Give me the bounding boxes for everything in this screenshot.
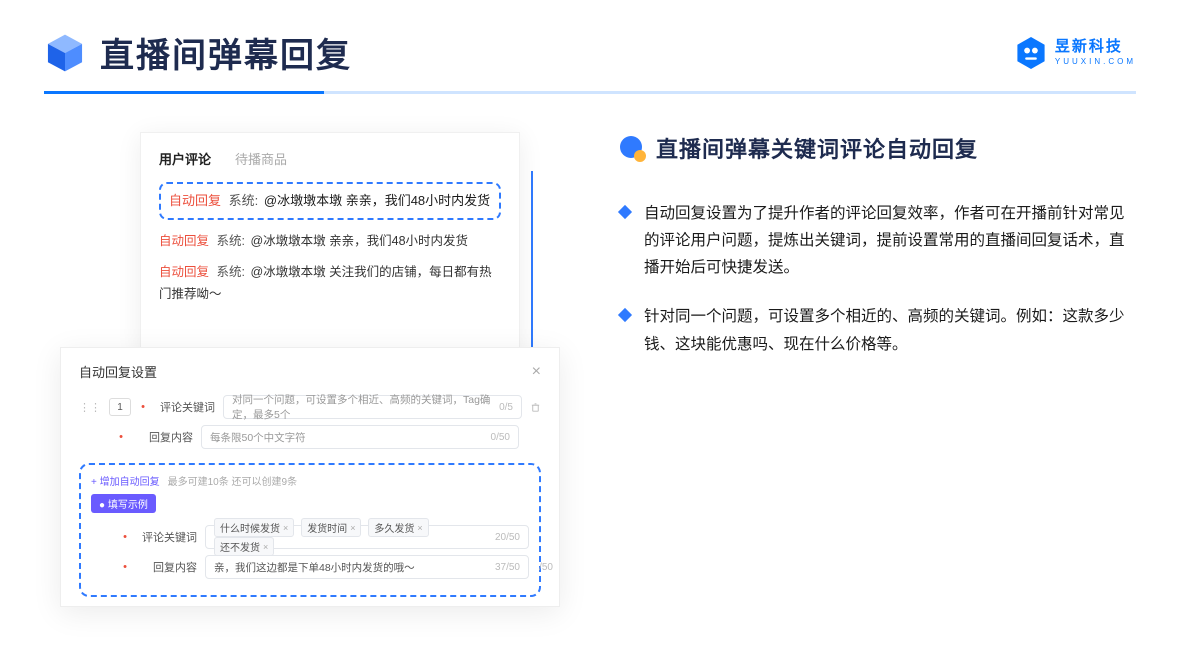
required-mark: • xyxy=(121,561,129,573)
title-wrap: 直播间弹幕回复 xyxy=(44,28,352,77)
cube-icon xyxy=(44,32,86,74)
diamond-icon xyxy=(618,205,632,219)
auto-reply-label: 自动回复 xyxy=(159,265,209,279)
auto-reply-label: 自动回复 xyxy=(169,193,221,208)
comment-text: @冰墩墩本墩 亲亲，我们48小时内发货 xyxy=(250,234,468,248)
brand-logo-icon xyxy=(1015,36,1047,70)
required-mark: • xyxy=(117,431,125,443)
keyword-tag[interactable]: 什么时候发货× xyxy=(214,518,294,537)
comment-text: @冰墩墩本墩 亲亲，我们48小时内发货 xyxy=(264,193,490,208)
brand-text: 昱新科技 YUUXIN.COM xyxy=(1055,39,1136,66)
tag-remove-icon[interactable]: × xyxy=(417,523,422,533)
keyword-tag[interactable]: 还不发货× xyxy=(214,537,274,556)
tag-list: 什么时候发货× 发货时间× 多久发货× 还不发货× xyxy=(214,518,495,556)
brand-en: YUUXIN.COM xyxy=(1055,58,1136,66)
required-mark: • xyxy=(121,531,129,543)
content-label: 回复内容 xyxy=(137,559,197,575)
keyword-label: 评论关键词 xyxy=(137,529,197,545)
char-count: 0/50 xyxy=(491,432,510,443)
settings-title: 自动回复设置 xyxy=(79,362,157,381)
brand: 昱新科技 YUUXIN.COM xyxy=(1015,36,1136,70)
char-count: 20/50 xyxy=(495,532,520,543)
section-title: 直播间弹幕关键词评论自动回复 xyxy=(656,132,978,164)
auto-reply-label: 自动回复 xyxy=(159,234,209,248)
keyword-label: 评论关键词 xyxy=(155,399,215,415)
header: 直播间弹幕回复 昱新科技 YUUXIN.COM xyxy=(0,0,1180,77)
rule-index: 1 xyxy=(109,398,131,416)
comment-row: 自动回复 系统: @冰墩墩本墩 亲亲，我们48小时内发货 xyxy=(159,230,501,253)
content-label: 回复内容 xyxy=(133,429,193,445)
content-value: 亲，我们这边都是下单48小时内发货的哦～ xyxy=(214,560,415,575)
outer-count: /50 xyxy=(539,562,553,573)
tag-remove-icon[interactable]: × xyxy=(283,523,288,533)
placeholder-text: 对同一个问题，可设置多个相近、高频的关键词，Tag确定，最多5个 xyxy=(232,392,499,422)
delete-icon[interactable] xyxy=(530,402,541,413)
system-label: 系统: xyxy=(217,265,245,279)
bubble-icon xyxy=(620,136,644,160)
example-content-input[interactable]: 亲，我们这边都是下单48小时内发货的哦～ 37/50 xyxy=(205,555,529,579)
comments-tabs: 用户评论 待播商品 xyxy=(159,149,501,168)
tag-remove-icon[interactable]: × xyxy=(263,542,268,552)
tab-pending-products[interactable]: 待播商品 xyxy=(235,149,287,168)
page-title: 直播间弹幕回复 xyxy=(100,28,352,77)
close-icon[interactable]: × xyxy=(532,363,541,381)
content-input[interactable]: 每条限50个中文字符 0/50 xyxy=(201,425,519,449)
bullet-point: 针对同一个问题，可设置多个相近的、高频的关键词。例如：这款多少钱、这块能优惠吗、… xyxy=(620,303,1136,357)
char-count: 0/5 xyxy=(499,402,513,413)
add-auto-reply-link[interactable]: + 增加自动回复 xyxy=(91,473,160,488)
tag-remove-icon[interactable]: × xyxy=(350,523,355,533)
comments-card: 用户评论 待播商品 自动回复 系统: @冰墩墩本墩 亲亲，我们48小时内发货 自… xyxy=(140,132,520,357)
keyword-input[interactable]: 对同一个问题，可设置多个相近、高频的关键词，Tag确定，最多5个 0/5 xyxy=(223,395,522,419)
paragraph: 针对同一个问题，可设置多个相近的、高频的关键词。例如：这款多少钱、这块能优惠吗、… xyxy=(644,303,1136,357)
example-box: + 增加自动回复 最多可建10条 还可以创建9条 ● 填写示例 • 评论关键词 … xyxy=(79,463,541,597)
system-label: 系统: xyxy=(229,193,259,208)
required-mark: • xyxy=(139,401,147,413)
right-column: 直播间弹幕关键词评论自动回复 自动回复设置为了提升作者的评论回复效率，作者可在开… xyxy=(620,132,1136,380)
comment-row: 自动回复 系统: @冰墩墩本墩 关注我们的店铺，每日都有热门推荐呦～ xyxy=(159,261,501,306)
drag-handle-icon[interactable]: ⋮⋮ xyxy=(79,401,101,414)
diamond-icon xyxy=(618,308,632,322)
placeholder-text: 每条限50个中文字符 xyxy=(210,430,306,445)
system-label: 系统: xyxy=(217,234,245,248)
left-column: 用户评论 待播商品 自动回复 系统: @冰墩墩本墩 亲亲，我们48小时内发货 自… xyxy=(60,132,560,380)
limit-text: 最多可建10条 还可以创建9条 xyxy=(168,473,297,488)
comment-row-highlighted: 自动回复 系统: @冰墩墩本墩 亲亲，我们48小时内发货 xyxy=(159,182,501,220)
example-keyword-input[interactable]: 什么时候发货× 发货时间× 多久发货× 还不发货× 20/50 xyxy=(205,525,529,549)
paragraph: 自动回复设置为了提升作者的评论回复效率，作者可在开播前针对常见的评论用户问题，提… xyxy=(644,200,1136,281)
brand-cn: 昱新科技 xyxy=(1055,39,1136,54)
tab-user-comments[interactable]: 用户评论 xyxy=(159,149,211,168)
char-count: 37/50 xyxy=(495,562,520,573)
example-badge: ● 填写示例 xyxy=(91,494,156,513)
keyword-tag[interactable]: 发货时间× xyxy=(301,518,361,537)
bullet-point: 自动回复设置为了提升作者的评论回复效率，作者可在开播前针对常见的评论用户问题，提… xyxy=(620,200,1136,281)
keyword-tag[interactable]: 多久发货× xyxy=(368,518,428,537)
settings-card: 自动回复设置 × ⋮⋮ 1 • 评论关键词 对同一个问题，可设置多个相近、高频的… xyxy=(60,347,560,607)
